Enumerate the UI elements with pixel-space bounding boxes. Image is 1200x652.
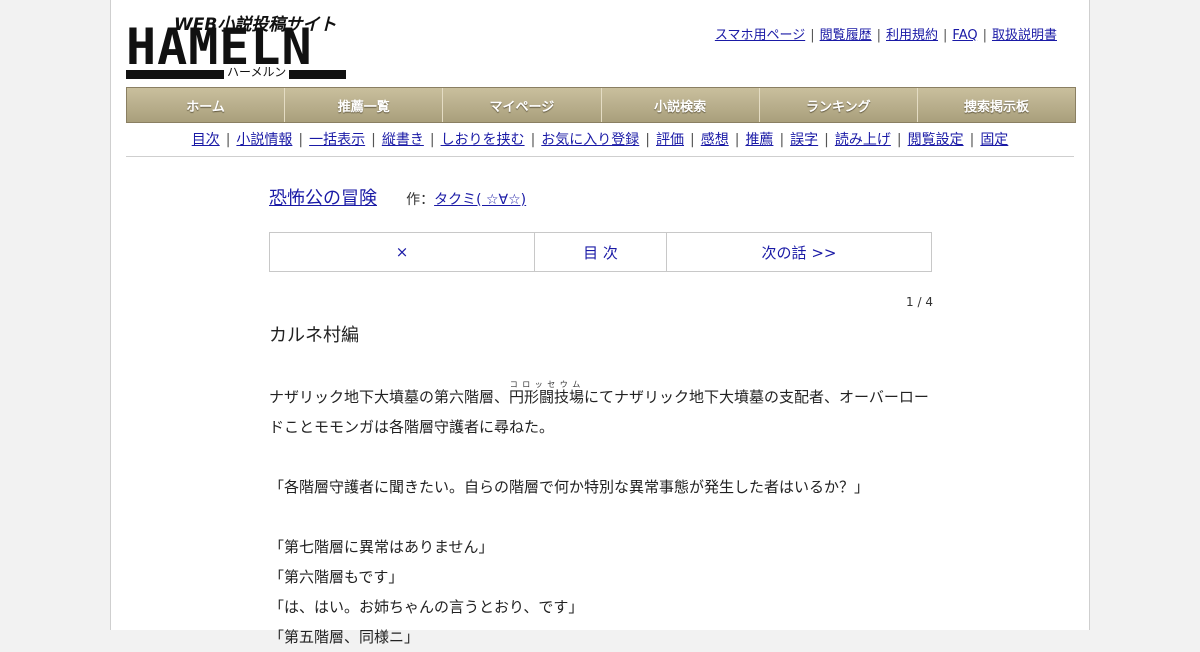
separator: | <box>225 132 231 148</box>
separator: | <box>969 132 975 148</box>
body-paragraph: 「第五階層、同様ニ」 <box>269 628 420 646</box>
site-logo[interactable]: WEB小説投稿サイト HAMELN ハーメルン <box>126 10 346 80</box>
novel-header: 恐怖公の冒険 作：タクミ( ☆∀☆) <box>269 184 934 210</box>
author-label: 作： <box>406 192 435 208</box>
page-container: WEB小説投稿サイト HAMELN ハーメルン スマホ用ページ | 閲覧履歴 | 利用規… <box>110 0 1090 646</box>
separator: | <box>876 28 881 43</box>
pager-close-button[interactable]: × <box>270 233 535 271</box>
separator: | <box>690 132 695 148</box>
body-text: ナザリック地下大墳墓の第六階層、 <box>269 388 510 406</box>
logo-kana: ハーメルン <box>224 64 290 80</box>
novel-body: ナザリック地下大墳墓の第六階層、円形闘技場コロッセウムにてナザリック地下大墳墓の… <box>269 380 934 652</box>
subnav-favorite[interactable]: お気に入り登録 <box>541 132 639 148</box>
body-paragraph: 「各階層守護者に聞きたい。自らの階層で何か特別な異常事態が発生した者はいるか？」 <box>269 478 870 496</box>
menu-mypage[interactable]: マイページ <box>443 88 602 122</box>
body-paragraph: 「は、はい。お姉ちゃんの言うとおり、です」 <box>269 598 584 616</box>
link-faq[interactable]: FAQ <box>952 28 977 43</box>
subnav-comments[interactable]: 感想 <box>701 132 729 148</box>
page-count: 1 / 4 <box>906 295 933 309</box>
separator: | <box>298 132 304 148</box>
menu-ranking[interactable]: ランキング <box>759 88 918 122</box>
subnav-pin[interactable]: 固定 <box>980 132 1008 148</box>
episode-pager: × 目 次 次の話 >> <box>269 232 932 272</box>
ruby-base: 円形闘技場 <box>509 388 585 406</box>
menu-home[interactable]: ホーム <box>127 88 286 122</box>
separator: | <box>429 132 435 148</box>
link-manual[interactable]: 取扱説明書 <box>992 28 1057 43</box>
separator: | <box>810 28 815 43</box>
separator: | <box>824 132 829 148</box>
link-smartphone[interactable]: スマホ用ページ <box>715 28 805 43</box>
menu-novel-search[interactable]: 小説検索 <box>601 88 760 122</box>
subnav-bookmark[interactable]: しおりを挟む <box>441 132 525 148</box>
pager-toc-button[interactable]: 目 次 <box>535 233 667 271</box>
subnav-recommend[interactable]: 推薦 <box>745 132 773 148</box>
novel-subnav: 目次 | 小説情報 | 一括表示 | 縦書き | しおりを挟む | お気に入り登録 | 評価 | 感想 | 推薦… <box>126 129 1074 157</box>
top-links: スマホ用ページ | 閲覧履歴 | 利用規約 | FAQ | 取扱説明書 <box>711 24 1061 43</box>
separator: | <box>779 132 785 148</box>
subnav-novel-info[interactable]: 小説情報 <box>236 132 292 148</box>
body-paragraph: 「第六階層もです」 <box>269 568 404 586</box>
separator: | <box>982 28 987 43</box>
subnav-show-all[interactable]: 一括表示 <box>309 132 365 148</box>
author-link[interactable]: タクミ( ☆∀☆) <box>434 192 526 208</box>
subnav-typo[interactable]: 誤字 <box>790 132 818 148</box>
main-menu: ホーム 推薦一覧 マイページ 小説検索 ランキング 捜索掲示板 <box>126 87 1076 123</box>
separator: | <box>943 28 948 43</box>
body-paragraph: ナザリック地下大墳墓の第六階層、円形闘技場コロッセウムにてナザリック地下大墳墓の… <box>269 380 934 442</box>
subnav-vertical[interactable]: 縦書き <box>382 132 424 148</box>
body-paragraph: 「第七階層に異常はありません」 <box>269 538 494 556</box>
ruby-text: コロッセウム <box>509 380 585 389</box>
menu-search-board[interactable]: 捜索掲示板 <box>917 88 1076 122</box>
subnav-view-settings[interactable]: 閲覧設定 <box>908 132 964 148</box>
separator: | <box>371 132 376 148</box>
separator: | <box>645 132 650 148</box>
novel-title[interactable]: 恐怖公の冒険 <box>269 188 377 209</box>
menu-recommendations[interactable]: 推薦一覧 <box>285 88 444 122</box>
separator: | <box>734 132 740 148</box>
subnav-read-aloud[interactable]: 読み上げ <box>835 132 891 148</box>
link-terms[interactable]: 利用規約 <box>886 28 938 43</box>
pager-next-button[interactable]: 次の話 >> <box>667 233 931 271</box>
subnav-rating[interactable]: 評価 <box>656 132 684 148</box>
ruby-annotation: 円形闘技場コロッセウム <box>509 380 585 406</box>
chapter-title: カルネ村編 <box>269 325 359 346</box>
separator: | <box>896 132 902 148</box>
separator: | <box>530 132 536 148</box>
link-history[interactable]: 閲覧履歴 <box>820 28 872 43</box>
subnav-toc[interactable]: 目次 <box>192 132 220 148</box>
